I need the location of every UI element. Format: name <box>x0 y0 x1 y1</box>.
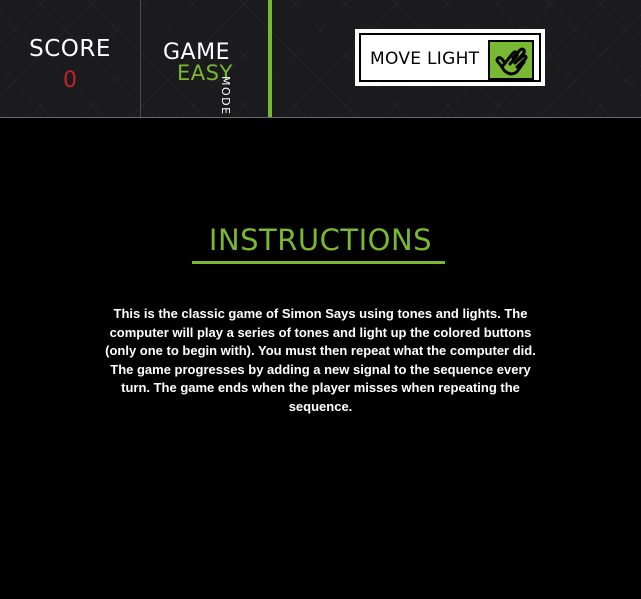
top-bar: SCORE 0 GAME EASY MODE MOVE LIGHT <box>0 0 641 118</box>
instructions-body: This is the classic game of Simon Says u… <box>105 306 536 414</box>
title-underline <box>192 261 445 264</box>
mode-label: MODE <box>219 76 232 116</box>
move-light-frame: MOVE LIGHT <box>359 33 541 82</box>
score-panel: SCORE 0 <box>0 0 141 117</box>
score-value: 0 <box>63 68 77 93</box>
game-mode-panel[interactable]: GAME EASY MODE <box>141 0 272 117</box>
hand-icon-box <box>488 40 534 80</box>
score-label: SCORE <box>29 36 111 62</box>
instructions-title: INSTRUCTIONS <box>208 223 433 257</box>
game-screen: SCORE 0 GAME EASY MODE MOVE LIGHT INSTRU… <box>0 0 641 599</box>
move-light-button[interactable]: MOVE LIGHT <box>355 29 545 86</box>
hand-icon <box>495 47 528 76</box>
move-light-label: MOVE LIGHT <box>370 49 480 69</box>
